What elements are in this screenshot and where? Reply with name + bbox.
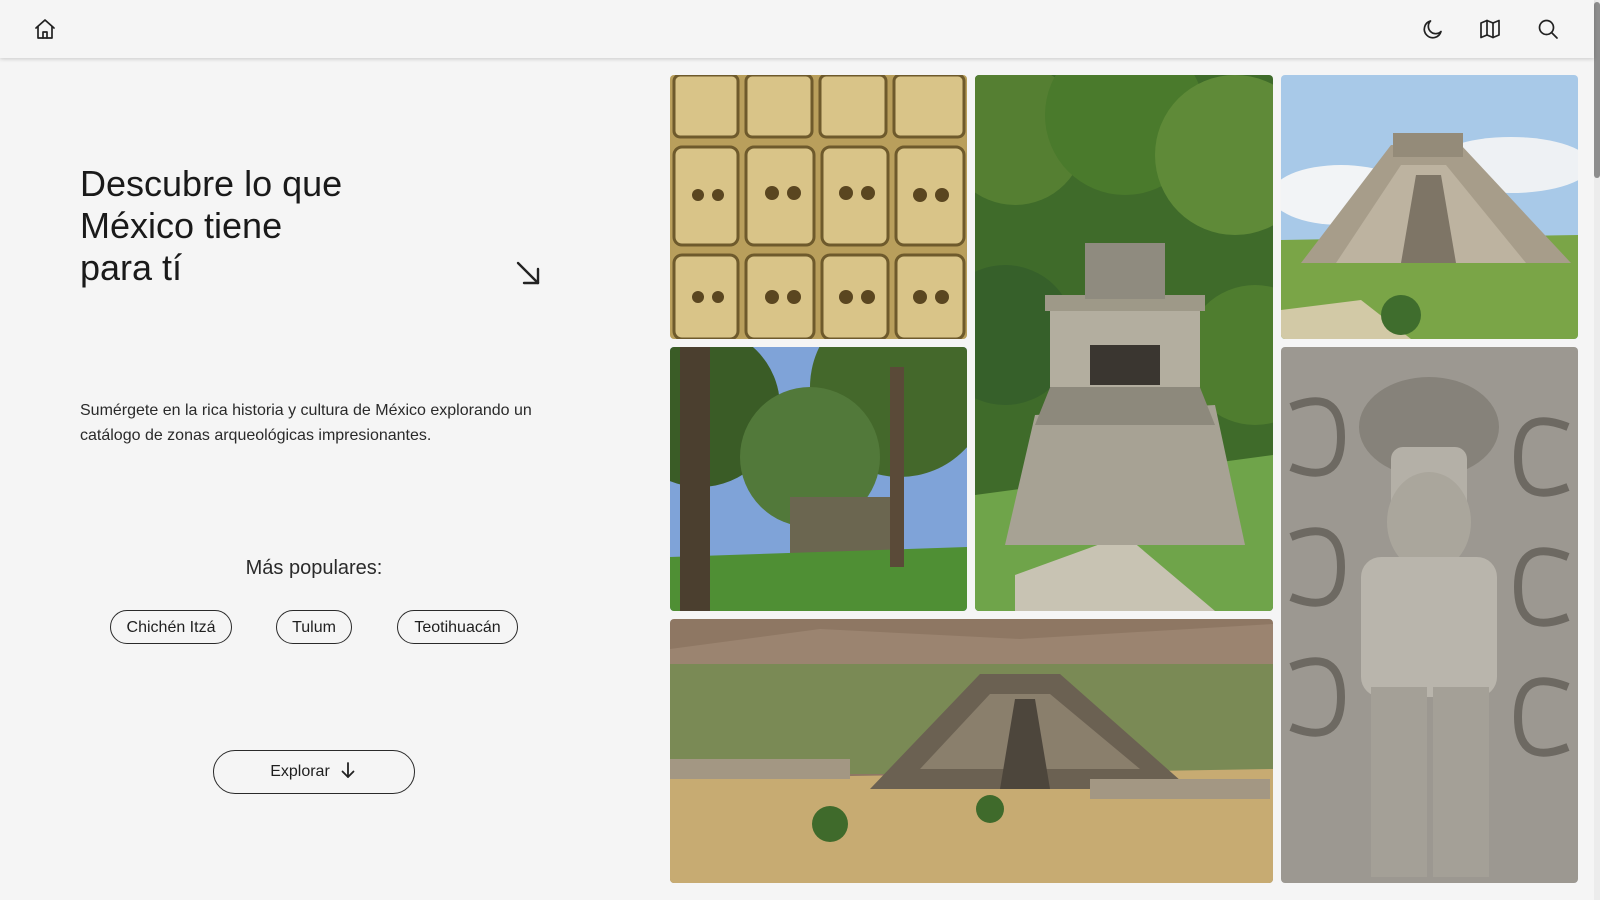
stone-warrior-statue-photo[interactable] [1281,347,1578,883]
pyramid-photo[interactable] [1281,75,1578,339]
explore-button[interactable]: Explorar [213,750,415,794]
top-navigation-bar [0,0,1594,58]
arrow-down-icon [338,760,358,785]
pyramid-valley-photo[interactable] [670,619,1273,883]
title-line-3: para tí [80,247,183,288]
map-icon[interactable] [1475,14,1505,44]
title-line-1: Descubre lo que [80,163,343,204]
temple-in-jungle-photo[interactable] [975,75,1273,611]
explore-button-label: Explorar [270,763,330,780]
popular-heading: Más populares: [245,557,383,579]
chip-teotihuacan[interactable]: Teotihuacán [397,610,518,644]
chip-chichen-itza[interactable]: Chichén Itzá [110,610,232,644]
search-icon[interactable] [1533,14,1563,44]
title-line-2: México tiene [80,205,283,246]
home-icon[interactable] [30,14,60,44]
moon-icon[interactable] [1418,14,1448,44]
arrow-down-right-icon [513,258,543,288]
page-title: Descubre lo que México tiene para tí [80,163,460,289]
scrollbar-thumb[interactable] [1594,2,1600,178]
chip-tulum[interactable]: Tulum [276,610,352,644]
forest-ruins-photo[interactable] [670,347,967,611]
page-scrollbar[interactable] [1594,0,1600,900]
skull-carvings-photo[interactable] [670,75,967,339]
intro-description: Sumérgete en la rica historia y cultura … [80,402,532,444]
